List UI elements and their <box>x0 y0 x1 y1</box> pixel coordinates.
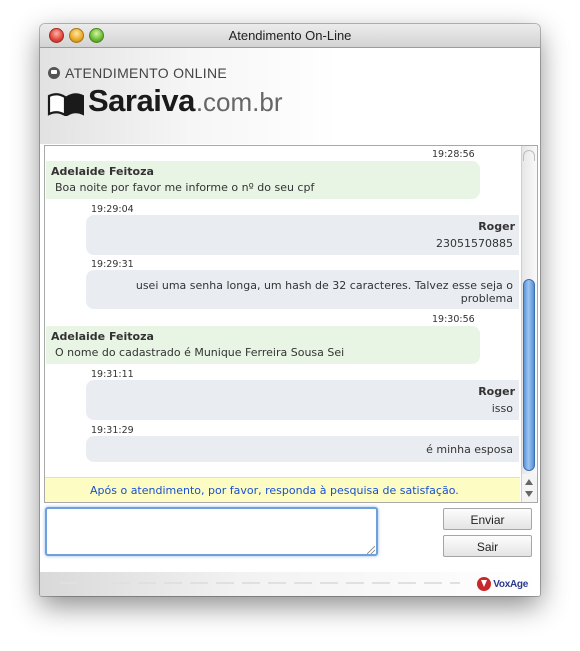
title-bar[interactable]: Atendimento On-Line <box>40 24 540 48</box>
send-button[interactable]: Enviar <box>443 508 532 530</box>
message-timestamp: 19:28:56 <box>432 149 475 160</box>
message-text: é minha esposa <box>426 443 513 456</box>
agent-message: Adelaide Feitoza Boa noite por favor me … <box>46 161 480 199</box>
window-title: Atendimento On-Line <box>228 28 352 43</box>
brand-name: Saraiva <box>88 83 195 118</box>
message-sender: Adelaide Feitoza <box>51 165 154 178</box>
message-sender: Roger <box>478 220 515 233</box>
chat-scrollbar-thumb[interactable] <box>523 279 535 471</box>
atendimento-row: ATENDIMENTO ONLINE <box>48 65 227 81</box>
message-text: isso <box>491 402 513 415</box>
message-sender: Roger <box>478 385 515 398</box>
message-timestamp: 19:31:11 <box>91 369 134 380</box>
user-message: usei uma senha longa, um hash de 32 cara… <box>86 270 519 309</box>
brand-domain: .com.br <box>195 87 283 117</box>
message-text: O nome do cadastrado é Munique Ferreira … <box>55 346 345 359</box>
chat-scrollbar[interactable] <box>521 146 537 474</box>
message-sender: Adelaide Feitoza <box>51 330 154 343</box>
user-message: Roger isso <box>86 380 519 420</box>
survey-notice: Após o atendimento, por favor, responda … <box>45 477 520 502</box>
header: ATENDIMENTO ONLINE Saraiva .com.br <box>40 48 540 144</box>
message-text: 23051570885 <box>436 237 513 250</box>
footer-wave-decoration <box>60 582 460 584</box>
agent-message: Adelaide Feitoza O nome do cadastrado é … <box>46 326 480 364</box>
survey-notice-text: Após o atendimento, por favor, responda … <box>90 484 459 497</box>
notice-scroll-buttons <box>521 474 537 502</box>
message-text: usei uma senha longa, um hash de 32 cara… <box>135 279 513 292</box>
message-timestamp: 19:30:56 <box>432 314 475 325</box>
message-timestamp: 19:31:29 <box>91 425 134 436</box>
user-message: é minha esposa <box>86 436 519 462</box>
footer: VoxAge <box>40 572 540 596</box>
message-input[interactable] <box>45 507 378 556</box>
saraiva-logo: Saraiva .com.br <box>47 83 283 118</box>
message-timestamp: 19:29:31 <box>91 259 134 270</box>
exit-button[interactable]: Sair <box>443 535 532 557</box>
voxage-logo: VoxAge <box>477 577 528 591</box>
message-text-line2: problema <box>460 292 513 305</box>
chat-transcript[interactable]: 19:28:56 Adelaide Feitoza Boa noite por … <box>44 145 538 503</box>
scrollbar-cap <box>523 150 535 161</box>
voxage-logo-text: VoxAge <box>493 578 528 590</box>
resize-grip-icon[interactable] <box>367 546 375 554</box>
book-icon <box>47 93 84 116</box>
voxage-logo-icon <box>477 577 492 591</box>
scroll-down-arrow-icon[interactable] <box>525 491 533 497</box>
message-timestamp: 19:29:04 <box>91 204 134 215</box>
chat-bubble-icon <box>48 67 60 79</box>
user-message: Roger 23051570885 <box>86 215 519 255</box>
scroll-up-arrow-icon[interactable] <box>525 479 533 485</box>
atendimento-label: ATENDIMENTO ONLINE <box>65 65 228 81</box>
chat-window: Atendimento On-Line ATENDIMENTO ONLINE S… <box>40 24 540 596</box>
message-text: Boa noite por favor me informe o nº do s… <box>55 181 315 194</box>
